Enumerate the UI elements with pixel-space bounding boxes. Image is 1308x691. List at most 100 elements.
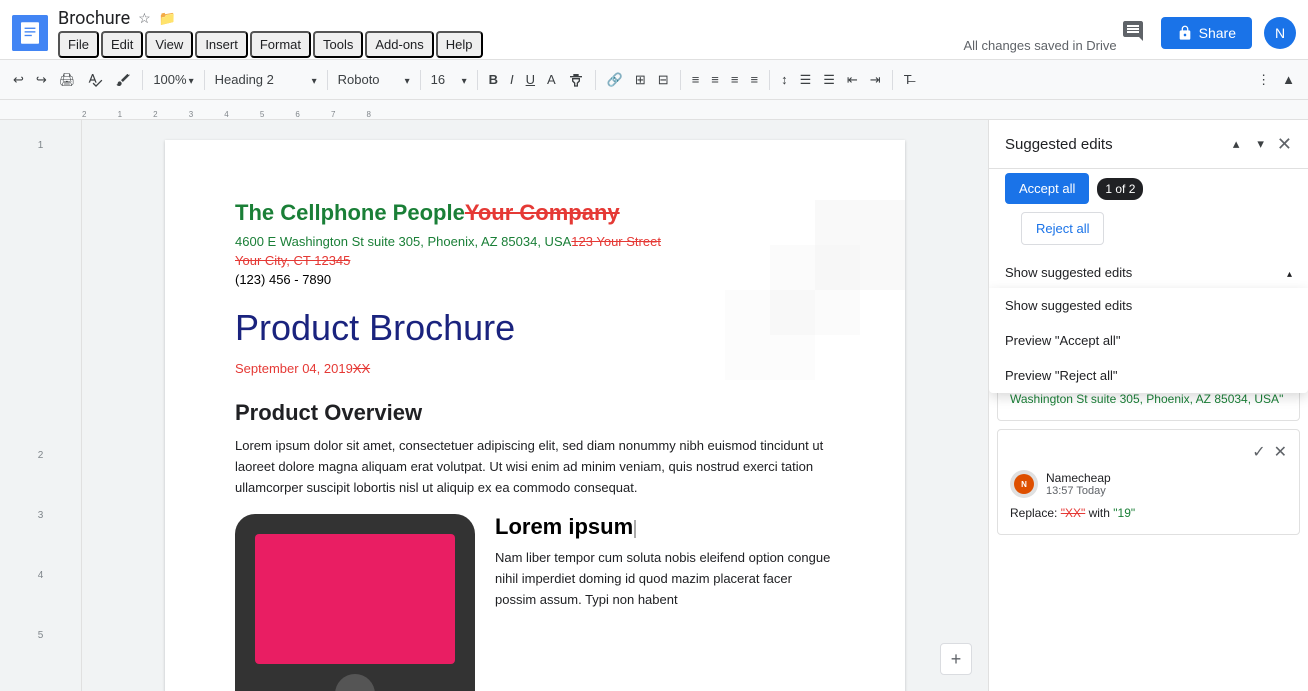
accept-all-button[interactable]: Accept all	[1005, 173, 1089, 204]
user-info-2: Namecheap 13:57 Today	[1046, 471, 1111, 497]
insert-table-button[interactable]: ⊟	[653, 68, 674, 92]
menu-insert[interactable]: Insert	[195, 31, 248, 58]
header-right: Share N	[1117, 15, 1296, 50]
collapse-button[interactable]: ▴	[1228, 132, 1245, 156]
suggestion-text-2: Replace: "XX" with "19"	[1010, 504, 1287, 522]
star-icon[interactable]: ☆	[138, 10, 151, 27]
page-num-4: 4	[38, 570, 44, 581]
expand-button[interactable]: ▾	[1252, 132, 1269, 156]
user-avatar[interactable]: N	[1264, 17, 1296, 49]
show-suggested-edits-row[interactable]: Show suggested edits Show suggested edit…	[989, 257, 1308, 289]
bold-button[interactable]: B	[484, 68, 503, 91]
show-sugg-label: Show suggested edits	[1005, 265, 1132, 280]
accept-suggestion-2[interactable]: ✓	[1252, 442, 1265, 462]
menu-help[interactable]: Help	[436, 31, 483, 58]
clear-format-button[interactable]: T̶	[899, 68, 917, 91]
avatar-2: N	[1010, 470, 1038, 498]
menu-file[interactable]: File	[58, 31, 99, 58]
card-actions-2: ✓ ✕	[1010, 442, 1287, 462]
doc-title[interactable]: Brochure	[58, 8, 130, 29]
right-panel: Suggested edits ▴ ▾ ✕ Accept all 1 of 2 …	[988, 120, 1308, 691]
ordered-list-button[interactable]: ☰	[818, 68, 840, 92]
reject-row: Reject all	[989, 204, 1308, 257]
col-heading: Lorem ipsum	[495, 514, 835, 540]
doc-canvas[interactable]: The Cellphone PeopleYour Company 4600 E …	[82, 120, 988, 691]
highlight-button[interactable]	[563, 68, 589, 92]
sep1	[142, 70, 143, 90]
sep4	[420, 70, 421, 90]
style-value: Heading 2	[215, 72, 274, 87]
sep6	[595, 70, 596, 90]
cursor	[634, 520, 636, 538]
page-num-1: 1	[38, 140, 44, 151]
sep8	[769, 70, 770, 90]
line-spacing-button[interactable]: ↕	[776, 68, 793, 91]
increase-indent-button[interactable]: ⇥	[865, 68, 886, 92]
size-value: 16	[431, 72, 445, 87]
bullet-list-button[interactable]: ☰	[795, 68, 817, 92]
main-area: 1 2 3 4 5 The Cellphone PeopleYour Compa…	[0, 120, 1308, 691]
toolbar: ↩ ↪ 🖨 100% Heading 2 Roboto 16 B I U A 🔗…	[0, 60, 1308, 100]
italic-button[interactable]: I	[505, 68, 519, 91]
namecheap-logo-2: N	[1014, 474, 1034, 494]
left-margin: 1 2 3 4 5	[0, 120, 82, 691]
doc-page: The Cellphone PeopleYour Company 4600 E …	[165, 140, 905, 691]
dropdown-show-sugg[interactable]: Show suggested edits	[989, 288, 1308, 323]
share-button[interactable]: Share	[1161, 17, 1252, 49]
menu-view[interactable]: View	[145, 31, 193, 58]
menu-format[interactable]: Format	[250, 31, 311, 58]
undo-button[interactable]: ↩	[8, 68, 29, 92]
menu-edit[interactable]: Edit	[101, 31, 143, 58]
collapse-toolbar-button[interactable]: ▲	[1277, 68, 1300, 91]
decrease-indent-button[interactable]: ⇤	[842, 68, 863, 92]
suggestion-card-2: ✓ ✕ N Namecheap 13:57 Today	[997, 429, 1300, 535]
underline-button[interactable]: U	[521, 68, 540, 91]
size-dropdown[interactable]: 16	[427, 70, 471, 89]
menu-addons[interactable]: Add-ons	[365, 31, 433, 58]
font-dropdown[interactable]: Roboto	[334, 70, 414, 89]
reject-suggestion-2[interactable]: ✕	[1274, 442, 1287, 462]
redo-button[interactable]: ↪	[31, 68, 52, 92]
ruler-marks: 2 1 2 3 4 5 6 7 8	[82, 110, 371, 119]
svg-text:N: N	[1021, 480, 1027, 489]
align-center-button[interactable]: ≡	[706, 68, 724, 91]
company-name-new: The Cellphone People	[235, 200, 465, 225]
zoom-in-button[interactable]: +	[940, 643, 972, 675]
section-heading: Product Overview	[235, 400, 835, 426]
lock-icon	[1177, 25, 1193, 41]
reject-all-button[interactable]: Reject all	[1021, 212, 1104, 245]
style-chevron	[312, 72, 317, 87]
text-color-button[interactable]: A	[542, 68, 561, 91]
suggested-edits-header: Suggested edits ▴ ▾ ✕	[989, 120, 1308, 169]
sep2	[204, 70, 205, 90]
spellcheck-button[interactable]	[82, 68, 108, 92]
page-num-2: 2	[38, 450, 44, 461]
style-dropdown[interactable]: Heading 2	[211, 70, 321, 89]
comment-button[interactable]	[1117, 15, 1149, 50]
page-num-3: 3	[38, 510, 44, 521]
share-label: Share	[1199, 25, 1236, 41]
city-old: Your City, CT 12345	[235, 253, 350, 268]
align-left-button[interactable]: ≡	[687, 68, 705, 91]
page-num-5: 5	[38, 630, 44, 641]
dropdown-preview-accept[interactable]: Preview "Accept all"	[989, 323, 1308, 358]
user-row-2: N Namecheap 13:57 Today	[1010, 470, 1287, 498]
paint-icon	[115, 72, 131, 88]
align-right-button[interactable]: ≡	[726, 68, 744, 91]
print-button[interactable]: 🖨	[54, 68, 81, 92]
suggested-edits-dropdown: Show suggested edits Preview "Accept all…	[989, 288, 1308, 393]
close-panel-button[interactable]: ✕	[1277, 134, 1292, 155]
menu-tools[interactable]: Tools	[313, 31, 363, 58]
link-button[interactable]: 🔗	[602, 68, 628, 92]
zoom-value: 100%	[153, 72, 186, 87]
sep7	[680, 70, 681, 90]
dropdown-preview-reject[interactable]: Preview "Reject all"	[989, 358, 1308, 393]
justify-button[interactable]: ≡	[745, 68, 763, 91]
more-options-button[interactable]: ⋮	[1252, 68, 1275, 92]
folder-icon[interactable]: 📁	[159, 10, 176, 27]
paintformat-button[interactable]	[110, 68, 136, 92]
old-text-2: "XX"	[1061, 506, 1086, 520]
phone-camera	[335, 674, 375, 691]
zoom-dropdown[interactable]: 100%	[149, 70, 197, 89]
insert-image-button[interactable]: ⊞	[630, 68, 651, 92]
